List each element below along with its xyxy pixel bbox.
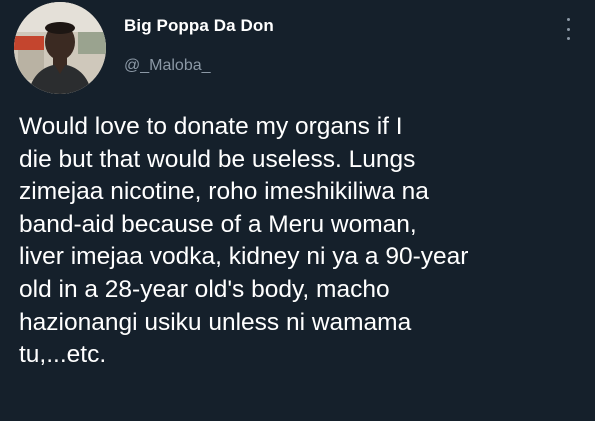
- tweet-card: Big Poppa Da Don @_Maloba_ Would love to…: [0, 0, 595, 421]
- user-handle[interactable]: @_Maloba_: [124, 57, 211, 75]
- tweet-text: Would love to donate my organs if I die …: [19, 113, 469, 369]
- more-options-icon[interactable]: [560, 14, 576, 44]
- dot: [566, 27, 570, 31]
- avatar[interactable]: [14, 2, 106, 94]
- dot: [566, 18, 570, 21]
- dot: [566, 37, 570, 40]
- display-name[interactable]: Big Poppa Da Don: [124, 16, 274, 36]
- avatar-image: [14, 2, 106, 94]
